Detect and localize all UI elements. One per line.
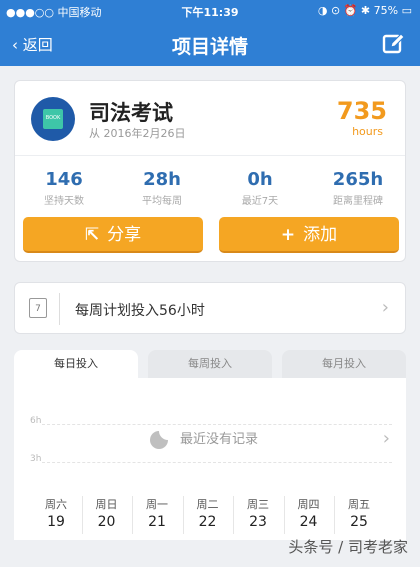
share-icon: ⇱ <box>84 225 100 245</box>
stat-days: 146 坚持天数 <box>44 169 84 207</box>
total-hours: 735 <box>336 97 387 125</box>
weekday-label: 周一 <box>146 498 168 511</box>
stat-weekly-avg: 28h 平均每周 <box>142 169 182 207</box>
empty-message: 最近没有记录 <box>180 432 259 447</box>
divider <box>334 496 335 534</box>
project-avatar: BOOK <box>31 97 75 141</box>
chart-area: 6h 3h 最近没有记录 › 周六 19 周日 20 周一 21 周二 22 周三 23 周四 24 周… <box>14 378 406 540</box>
status-icons: ◑ ⊙ ⏰ ✱ <box>317 4 371 17</box>
x-tick-label: 周六 19 <box>31 496 81 530</box>
divider <box>283 496 285 534</box>
x-tick-label: 周二 22 <box>183 496 233 530</box>
divider <box>182 496 184 534</box>
weekday-label: 周三 <box>247 498 269 511</box>
status-right: ◑ ⊙ ⏰ ✱ 75% ▭ <box>318 4 412 17</box>
pie-chart-icon <box>150 430 168 449</box>
tab-daily[interactable]: 每日投入 <box>14 350 138 378</box>
edit-icon[interactable] <box>382 32 406 56</box>
gridline <box>42 424 392 425</box>
calendar-icon: 7 <box>29 298 47 318</box>
share-button[interactable]: ⇱ 分享 <box>23 217 203 253</box>
x-tick-label: 周日 20 <box>82 496 132 530</box>
divider <box>132 496 133 534</box>
y-tick-label: 3h <box>30 454 42 464</box>
battery-level: 75% <box>373 4 399 17</box>
add-button[interactable]: + 添加 <box>219 217 399 253</box>
date-label: 21 <box>148 514 166 530</box>
date-label: 19 <box>47 514 65 530</box>
date-label: 24 <box>299 514 318 530</box>
project-name: 司法考试 <box>89 101 173 125</box>
y-tick-label: 6h <box>30 416 42 426</box>
x-tick-label: 周四 24 <box>284 496 334 530</box>
status-bar: ●●●○○ 中国移动 下午11:39 ◑ ⊙ ⏰ ✱ 75% ▭ <box>0 0 420 22</box>
weekday-label: 周二 <box>196 498 219 511</box>
chevron-right-icon[interactable]: › <box>383 428 390 449</box>
date-label: 23 <box>249 514 267 530</box>
date-label: 22 <box>198 514 217 530</box>
stat-to-milestone: 265h 距离里程碑 <box>332 169 384 207</box>
weekday-label: 周日 <box>95 498 118 511</box>
x-tick-label: 周三 23 <box>233 496 283 530</box>
divider <box>233 496 234 534</box>
weekday-label: 周五 <box>348 498 370 511</box>
page-title: 项目详情 <box>171 36 248 58</box>
date-label: 20 <box>97 514 116 530</box>
chevron-right-icon: › <box>381 297 389 318</box>
battery-icon: ▭ <box>401 4 412 17</box>
weekly-plan-text: 每周计划投入56小时 <box>75 303 205 319</box>
stat-last-7-days: 0h 最近7天 <box>241 169 279 207</box>
project-summary-card: BOOK 司法考试 从 2016年2月26日 735 hours 146 坚持天… <box>14 80 406 262</box>
weekday-label: 周四 <box>297 498 320 511</box>
divider <box>15 155 405 156</box>
tab-weekly[interactable]: 每周投入 <box>148 350 272 378</box>
date-label: 25 <box>350 514 368 530</box>
investment-chart-card: 每日投入 每周投入 每月投入 6h 3h 最近没有记录 › 周六 19 周日 20 周一… <box>14 350 406 540</box>
project-start-date: 从 2016年2月26日 <box>89 127 186 140</box>
book-icon: BOOK <box>43 109 63 129</box>
weekly-plan-row[interactable]: 7 每周计划投入56小时 › <box>14 282 406 334</box>
empty-state: 最近没有记录 <box>150 428 258 449</box>
nav-bar: ‹ 返回 项目详情 <box>0 22 420 66</box>
weekday-label: 周六 <box>45 498 67 511</box>
watermark: 头条号 / 司考老家 <box>288 538 408 556</box>
hours-unit: hours <box>352 125 383 138</box>
divider <box>81 496 83 534</box>
gridline <box>42 462 392 463</box>
divider <box>59 293 60 325</box>
x-tick-label: 周一 21 <box>132 496 182 530</box>
x-tick-label: 周五 25 <box>334 496 384 530</box>
tab-monthly[interactable]: 每月投入 <box>282 350 406 378</box>
plus-icon: + <box>280 225 296 245</box>
